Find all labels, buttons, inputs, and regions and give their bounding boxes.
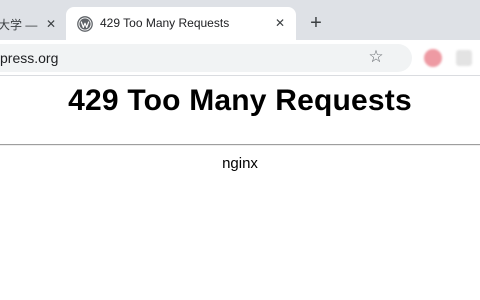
tab-active[interactable]: 429 Too Many Requests ✕ bbox=[66, 7, 296, 40]
close-tab-icon[interactable]: ✕ bbox=[273, 16, 287, 30]
extension-icon[interactable] bbox=[456, 50, 472, 66]
page-title: 429 Too Many Requests bbox=[68, 84, 412, 117]
extension-icon[interactable] bbox=[424, 49, 442, 67]
close-tab-icon[interactable]: ✕ bbox=[44, 17, 58, 31]
url-text[interactable]: press.org bbox=[0, 50, 58, 66]
divider bbox=[0, 144, 480, 146]
browser-toolbar: press.org ☆ bbox=[0, 40, 480, 76]
new-tab-button[interactable]: + bbox=[305, 12, 327, 34]
tab-title: 大学 — bbox=[0, 17, 38, 32]
tab-inactive[interactable]: 大学 — ✕ bbox=[0, 8, 64, 40]
server-name: nginx bbox=[222, 155, 258, 172]
address-bar[interactable]: press.org ☆ bbox=[0, 44, 412, 72]
wordpress-icon bbox=[77, 16, 93, 32]
bookmark-star-icon[interactable]: ☆ bbox=[366, 47, 386, 67]
tab-title: 429 Too Many Requests bbox=[100, 16, 230, 30]
tab-strip: 大学 — ✕ 429 Too Many Requests ✕ + bbox=[0, 0, 480, 40]
